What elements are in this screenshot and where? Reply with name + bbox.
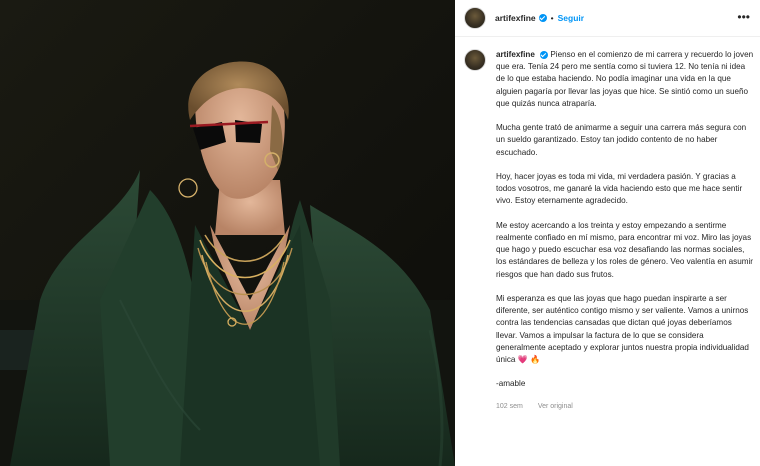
caption-avatar[interactable] (464, 49, 486, 71)
model-illustration (0, 0, 455, 466)
caption-signature: -amable (496, 379, 526, 389)
caption-paragraph-1: artifexfine Pienso en el comienzo de mi … (496, 49, 754, 110)
verified-badge-icon (538, 14, 547, 22)
avatar[interactable] (464, 7, 486, 29)
more-options-icon[interactable]: ••• (737, 11, 750, 23)
caption-meta: 102 sem Ver original (496, 403, 754, 410)
follow-button[interactable]: Seguir (558, 13, 584, 23)
caption-text: artifexfine Pienso en el comienzo de mi … (496, 49, 754, 391)
caption-paragraph-5: Mi esperanza es que las joyas que hago p… (496, 293, 754, 366)
caption-paragraph-3: Hoy, hacer joyas es toda mi vida, mi ver… (496, 172, 743, 206)
caption: artifexfine Pienso en el comienzo de mi … (464, 49, 754, 410)
username-link[interactable]: artifexfine (495, 13, 536, 23)
caption-username[interactable]: artifexfine (496, 50, 535, 59)
post-photo[interactable] (0, 0, 455, 466)
caption-first-line: Pienso en el comienzo de mi carrera y re… (496, 50, 754, 108)
see-original-link[interactable]: Ver original (538, 403, 573, 410)
post-header: artifexfine • Seguir ••• (455, 0, 760, 37)
caption-paragraph-2: Mucha gente trató de animarme a seguir u… (496, 123, 747, 157)
heart-fire-emoji-icon: 💗 🔥 (517, 355, 541, 365)
post-age[interactable]: 102 sem (496, 403, 523, 410)
verified-badge-icon (540, 50, 549, 59)
caption-paragraph-5-text: Mi esperanza es que las joyas que hago p… (496, 294, 749, 365)
caption-paragraph-4: Me estoy acercando a los treinta y estoy… (496, 220, 753, 279)
separator-dot: • (550, 13, 554, 23)
post-side-panel: artifexfine • Seguir ••• artifexfine Pie… (455, 0, 760, 466)
